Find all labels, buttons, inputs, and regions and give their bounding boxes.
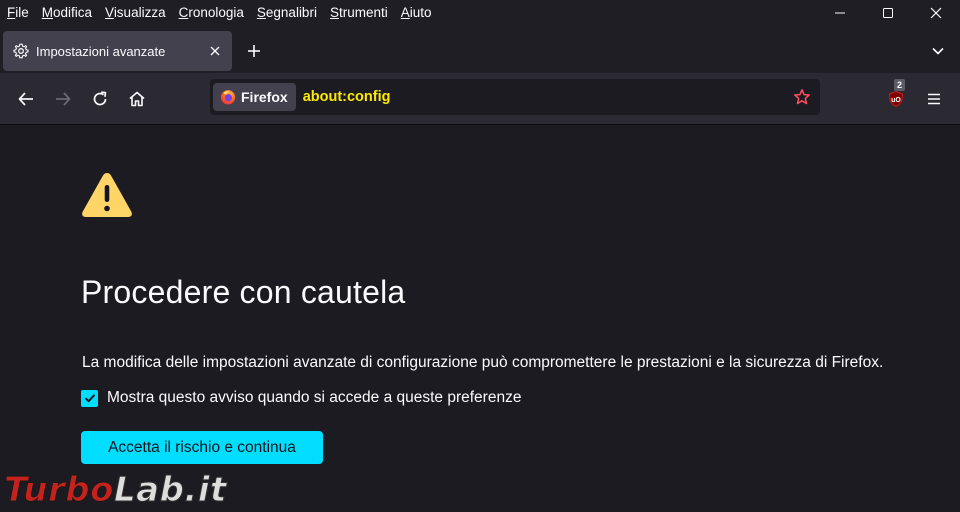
identity-box[interactable]: Firefox [213, 83, 296, 111]
firefox-logo-icon [220, 90, 236, 105]
reload-button[interactable] [84, 83, 116, 115]
close-icon [210, 46, 220, 56]
identity-label: Firefox [241, 89, 288, 105]
checkmark-icon [84, 394, 95, 403]
svg-text:uO: uO [891, 97, 901, 104]
back-button[interactable] [10, 83, 42, 115]
turbolab-watermark-logo: Turbo Lab.it [4, 470, 227, 511]
arrow-right-icon [56, 92, 71, 106]
menu-modifica[interactable]: Modifica [35, 0, 98, 25]
tab-title: Impostazioni avanzate [36, 43, 166, 59]
show-warning-checkbox-label: Mostra questo avviso quando si accede a … [107, 389, 522, 406]
star-icon [794, 89, 810, 105]
about-config-warning-page: Procedere con cautela La modifica delle … [0, 126, 960, 512]
navigation-toolbar: Firefox about:config uO 2 [0, 73, 960, 125]
watermark-part1: Turbo [4, 470, 114, 511]
menu-segnalibri[interactable]: Segnalibri [250, 0, 323, 25]
warning-description: La modifica delle impostazioni avanzate … [82, 354, 884, 371]
menu-bar: File Modifica Visualizza Cronologia Segn… [0, 0, 960, 25]
warning-icon [82, 173, 132, 217]
maximize-button[interactable] [864, 0, 912, 25]
home-button[interactable] [121, 83, 153, 115]
show-warning-checkbox-row[interactable]: Mostra questo avviso quando si accede a … [81, 389, 521, 407]
minimize-icon [835, 12, 845, 13]
show-warning-checkbox[interactable] [81, 389, 98, 407]
list-all-tabs-button[interactable] [926, 39, 950, 63]
menu-visualizza[interactable]: Visualizza [98, 0, 172, 25]
maximize-icon [883, 7, 893, 18]
menu-strumenti[interactable]: Strumenti [323, 0, 394, 25]
app-menu-button[interactable] [918, 83, 950, 115]
arrow-left-icon [18, 92, 33, 106]
tab-strip: Impostazioni avanzate [0, 25, 960, 73]
bookmark-star-button[interactable] [790, 85, 814, 109]
new-tab-button[interactable] [240, 38, 268, 64]
chevron-down-icon [932, 47, 944, 55]
home-icon [129, 91, 145, 107]
tab-close-button[interactable] [206, 42, 224, 60]
menu-file[interactable]: File [0, 0, 35, 25]
tab-impostazioni-avanzate[interactable]: Impostazioni avanzate [3, 31, 232, 71]
forward-button[interactable] [47, 83, 79, 115]
watermark-part2: Lab.it [113, 470, 227, 511]
ublock-shield-icon: uO [888, 90, 904, 108]
url-bar[interactable]: Firefox about:config [210, 79, 820, 115]
gear-icon [13, 43, 29, 59]
window-controls [816, 0, 960, 25]
hamburger-menu-icon [928, 93, 940, 105]
url-text[interactable]: about:config [303, 89, 790, 105]
menu-cronologia[interactable]: Cronologia [172, 0, 250, 25]
close-window-button[interactable] [912, 0, 960, 25]
close-icon [930, 7, 942, 18]
reload-icon [93, 91, 107, 106]
minimize-button[interactable] [816, 0, 864, 25]
extension-badge-count: 2 [894, 79, 906, 91]
page-title: Procedere con cautela [81, 274, 406, 310]
accept-risk-button[interactable]: Accetta il rischio e continua [81, 431, 323, 464]
menu-aiuto[interactable]: Aiuto [394, 0, 438, 25]
plus-icon [248, 45, 260, 57]
